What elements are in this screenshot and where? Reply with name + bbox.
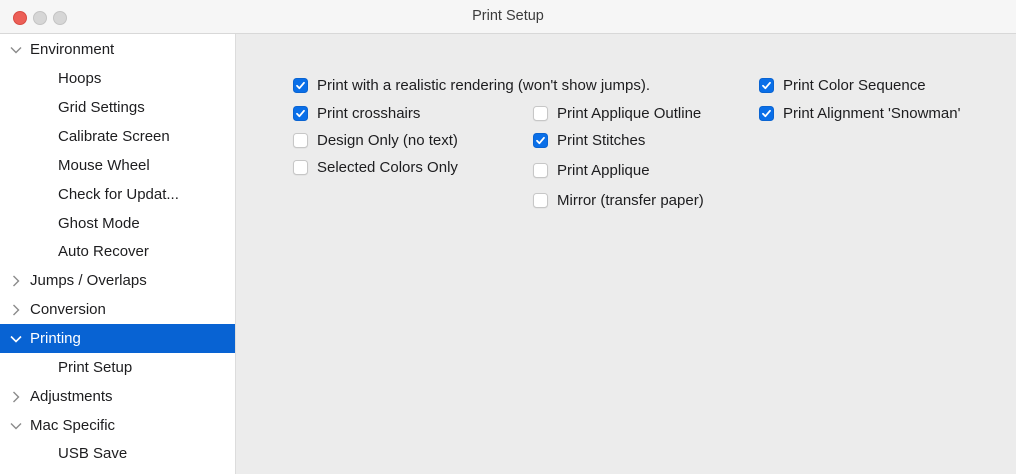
sidebar-item-check-for-updates[interactable]: Check for Updat... <box>0 180 235 209</box>
title-bar: Print Setup <box>0 0 1016 34</box>
chevron-right-icon[interactable] <box>9 295 23 324</box>
checkbox-checked-icon[interactable] <box>293 105 308 121</box>
sidebar-item-label: Mouse Wheel <box>58 157 150 174</box>
sidebar-item-usb-save[interactable]: USB Save <box>0 439 235 468</box>
sidebar-item-adjustments[interactable]: Adjustments <box>0 382 235 411</box>
sidebar-item-label: Mac Specific <box>30 417 116 434</box>
sidebar-item-label: Jumps / Overlaps <box>30 272 147 289</box>
checkbox-checked-icon[interactable] <box>759 105 774 121</box>
sidebar-item-label: Environment <box>30 41 115 58</box>
checkbox-label: Print Stitches <box>557 131 646 149</box>
checkbox-unchecked-icon[interactable] <box>293 159 308 175</box>
checkbox-label: Mirror (transfer paper) <box>557 191 704 209</box>
window-title: Print Setup <box>472 8 544 24</box>
checkbox-unchecked-icon[interactable] <box>293 132 308 148</box>
sidebar-item-label: Auto Recover <box>58 243 149 260</box>
checkbox-checked-icon[interactable] <box>533 132 548 148</box>
sidebar-item-calibrate-screen[interactable]: Calibrate Screen <box>0 122 235 151</box>
checkbox-unchecked-icon[interactable] <box>533 105 548 121</box>
print-applique-checkbox[interactable]: Print Applique <box>533 160 650 180</box>
preferences-sidebar: Environment Hoops Grid Settings Calibrat… <box>0 34 236 474</box>
print-alignment-snowman-checkbox[interactable]: Print Alignment 'Snowman' <box>759 103 960 123</box>
checkbox-label: Print Applique Outline <box>557 104 702 122</box>
sidebar-item-conversion[interactable]: Conversion <box>0 295 235 324</box>
checkbox-label: Print Color Sequence <box>783 76 926 94</box>
sidebar-item-label: USB Save <box>58 445 128 462</box>
chevron-down-icon[interactable] <box>9 324 23 353</box>
checkbox-unchecked-icon[interactable] <box>533 192 548 208</box>
sidebar-item-print-setup[interactable]: Print Setup <box>0 353 235 382</box>
sidebar-item-label: Ghost Mode <box>58 215 140 232</box>
chevron-down-icon[interactable] <box>9 35 23 64</box>
checkbox-label: Design Only (no text) <box>317 131 458 149</box>
sidebar-item-auto-recover[interactable]: Auto Recover <box>0 237 235 266</box>
selected-colors-only-checkbox[interactable]: Selected Colors Only <box>293 157 458 177</box>
sidebar-item-environment[interactable]: Environment <box>0 35 235 64</box>
sidebar-item-printing[interactable]: Printing <box>0 324 235 353</box>
checkbox-unchecked-icon[interactable] <box>533 162 548 178</box>
sidebar-item-label: Print Setup <box>58 359 133 376</box>
sidebar-item-label: Adjustments <box>30 388 113 405</box>
print-color-sequence-checkbox[interactable]: Print Color Sequence <box>759 75 926 95</box>
sidebar-item-label: Grid Settings <box>58 99 145 116</box>
checkbox-label: Selected Colors Only <box>317 158 458 176</box>
sidebar-item-grid-settings[interactable]: Grid Settings <box>0 93 235 122</box>
print-crosshairs-checkbox[interactable]: Print crosshairs <box>293 103 420 123</box>
sidebar-item-label: Check for Updat... <box>58 186 179 203</box>
sidebar-item-mouse-wheel[interactable]: Mouse Wheel <box>0 151 235 180</box>
sidebar-item-hoops[interactable]: Hoops <box>0 64 235 93</box>
print-stitches-checkbox[interactable]: Print Stitches <box>533 130 645 150</box>
chevron-down-icon[interactable] <box>9 411 23 440</box>
sidebar-item-jumps-overlaps[interactable]: Jumps / Overlaps <box>0 266 235 295</box>
realistic-rendering-checkbox[interactable]: Print with a realistic rendering (won't … <box>293 75 650 95</box>
design-only-checkbox[interactable]: Design Only (no text) <box>293 130 458 150</box>
checkbox-label: Print crosshairs <box>317 104 421 122</box>
sidebar-item-label: Conversion <box>30 301 106 318</box>
mirror-transfer-paper-checkbox[interactable]: Mirror (transfer paper) <box>533 190 704 210</box>
print-setup-panel: Print with a realistic rendering (won't … <box>236 34 1016 474</box>
checkbox-label: Print Applique <box>557 161 650 179</box>
sidebar-item-label: Calibrate Screen <box>58 128 170 145</box>
sidebar-item-label: Printing <box>30 330 81 347</box>
print-applique-outline-checkbox[interactable]: Print Applique Outline <box>533 103 701 123</box>
sidebar-item-mac-specific[interactable]: Mac Specific <box>0 411 235 440</box>
checkbox-checked-icon[interactable] <box>293 77 308 93</box>
chevron-right-icon[interactable] <box>9 266 23 295</box>
checkbox-label: Print Alignment 'Snowman' <box>783 104 961 122</box>
sidebar-item-label: Hoops <box>58 70 102 87</box>
checkbox-checked-icon[interactable] <box>759 77 774 93</box>
checkbox-label: Print with a realistic rendering (won't … <box>317 76 650 94</box>
sidebar-item-ghost-mode[interactable]: Ghost Mode <box>0 209 235 238</box>
chevron-right-icon[interactable] <box>9 382 23 411</box>
